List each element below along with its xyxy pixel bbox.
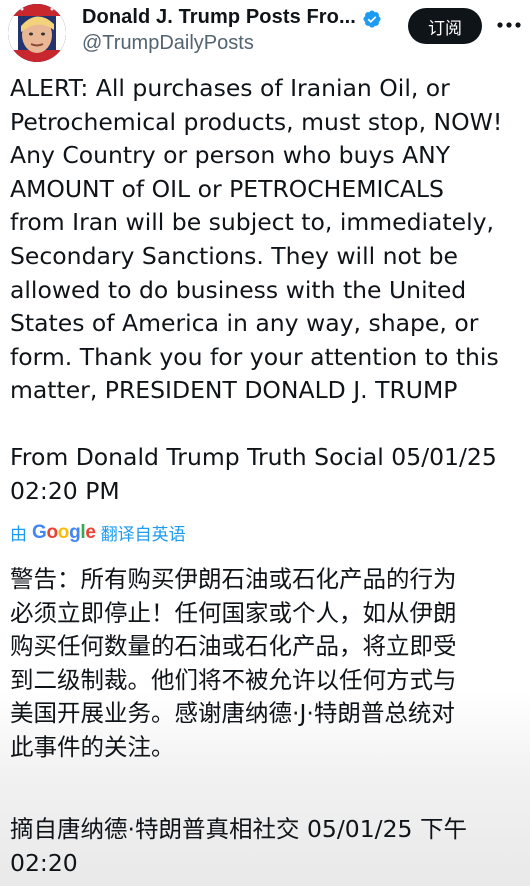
- verified-badge-icon: [363, 10, 381, 28]
- translated-source-line: 摘自唐纳德·特朗普真相社交 05/01/25 下午 02:20: [10, 815, 467, 877]
- display-name[interactable]: Donald J. Trump Posts Fro...: [82, 6, 356, 29]
- translation-prefix: 由: [10, 525, 27, 545]
- google-logo: Google: [32, 521, 96, 543]
- translated-by-google-link[interactable]: 由 Google 翻译自英语: [10, 520, 186, 546]
- translation-suffix: 翻译自英语: [100, 525, 186, 545]
- post-source-line: From Donald Trump Truth Social 05/01/25 …: [10, 443, 497, 505]
- post-text: ALERT: All purchases of Iranian Oil, or …: [10, 74, 503, 405]
- user-handle[interactable]: @TrumpDailyPosts: [82, 32, 254, 55]
- subscribe-button[interactable]: 订阅: [408, 8, 482, 44]
- post-header: Donald J. Trump Posts Fro... @TrumpDaily…: [0, 0, 530, 64]
- avatar-image: [8, 4, 66, 62]
- translated-post-text: 警告：所有购买伊朗石油或石化产品的行为 必须立即停止！任何国家或个人，如从伊朗 …: [10, 565, 457, 761]
- avatar[interactable]: [8, 4, 66, 62]
- more-options-icon[interactable]: [496, 18, 522, 32]
